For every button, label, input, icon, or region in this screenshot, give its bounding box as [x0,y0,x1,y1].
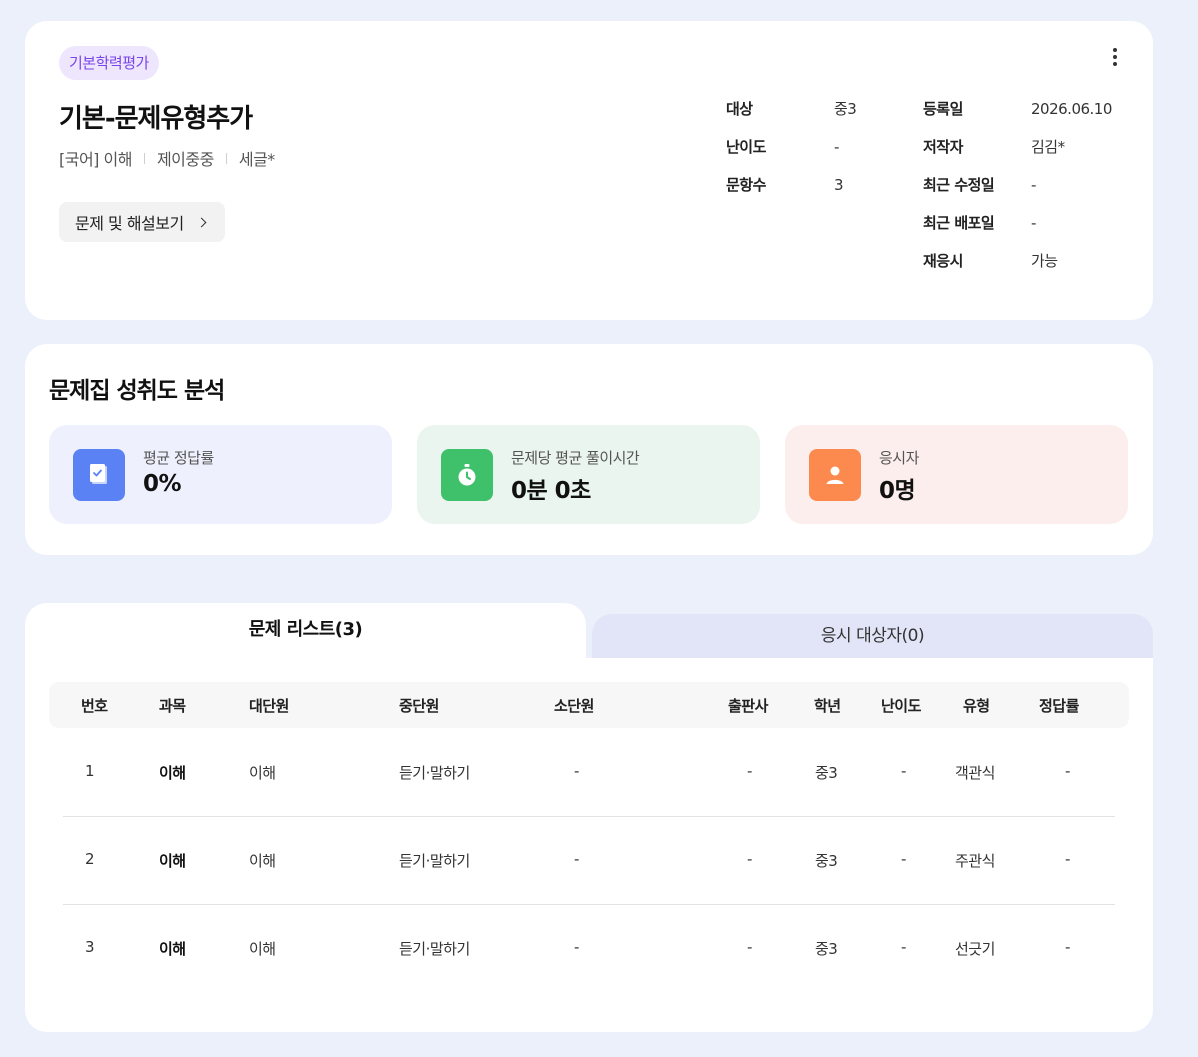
col-middle-unit: 중단원 [399,697,439,715]
exam-info-card: 기본학력평가 기본-문제유형추가 [국어] 이해 제이중중 세글* 문제 및 해… [25,21,1153,320]
chevron-right-icon [196,217,207,227]
stat-label: 응시자 [879,449,919,467]
meta-subject: [국어] 이해 [59,150,132,169]
stat-avg-time: 문제당 평균 풀이시간 0분 0초 [417,425,760,524]
more-options-icon[interactable] [1103,43,1127,71]
table-header: 번호 과목 대단원 중단원 소단원 출판사 학년 난이도 유형 정답률 [49,682,1129,728]
meta-divider [143,152,145,164]
table-row[interactable]: 1 이해 이해 듣기·말하기 - - 중3 - 객관식 - [49,728,1129,816]
stopwatch-icon [441,449,493,501]
tab-examinees[interactable]: 응시 대상자(0) [592,614,1153,658]
view-problems-label: 문제 및 해설보기 [75,214,184,233]
stat-value: 0분 0초 [511,478,591,504]
book-check-icon [73,449,125,501]
stat-value: 0% [143,471,182,497]
problem-list-card: 응시 대상자(0) 문제 리스트(3) 번호 과목 대단원 중단원 소단원 출판… [25,603,1153,1032]
section-title: 문제집 성취도 분석 [49,378,225,404]
user-icon [809,449,861,501]
stat-value: 0명 [879,478,916,504]
view-problems-button[interactable]: 문제 및 해설보기 [59,202,225,242]
col-publisher: 출판사 [728,697,768,715]
meta-author: 세글* [238,150,275,169]
col-major-unit: 대단원 [249,697,289,715]
stat-examinees: 응시자 0명 [785,425,1128,524]
meta-divider [225,152,227,164]
col-grade: 학년 [814,697,841,715]
stat-label: 문제당 평균 풀이시간 [511,449,640,467]
col-type: 유형 [963,697,990,715]
exam-meta: [국어] 이해 제이중중 세글* [59,146,275,170]
col-minor-unit: 소단원 [554,697,594,715]
stat-label: 평균 정답률 [143,449,214,467]
meta-school: 제이중중 [156,150,214,169]
col-accuracy: 정답률 [1039,697,1079,715]
col-subject: 과목 [159,697,186,715]
table-row[interactable]: 3 이해 이해 듣기·말하기 - - 중3 - 선긋기 - [49,904,1129,992]
achievement-card: 문제집 성취도 분석 평균 정답률 0% 문제당 평균 풀이시간 0분 0초 응… [25,344,1153,555]
col-no: 번호 [81,697,108,715]
col-difficulty: 난이도 [881,697,921,715]
category-chip: 기본학력평가 [59,46,159,80]
exam-title: 기본-문제유형추가 [59,104,253,134]
stat-accuracy: 평균 정답률 0% [49,425,392,524]
tab-problem-list[interactable]: 문제 리스트(3) [25,603,586,659]
table-row[interactable]: 2 이해 이해 듣기·말하기 - - 중3 - 주관식 - [49,816,1129,904]
